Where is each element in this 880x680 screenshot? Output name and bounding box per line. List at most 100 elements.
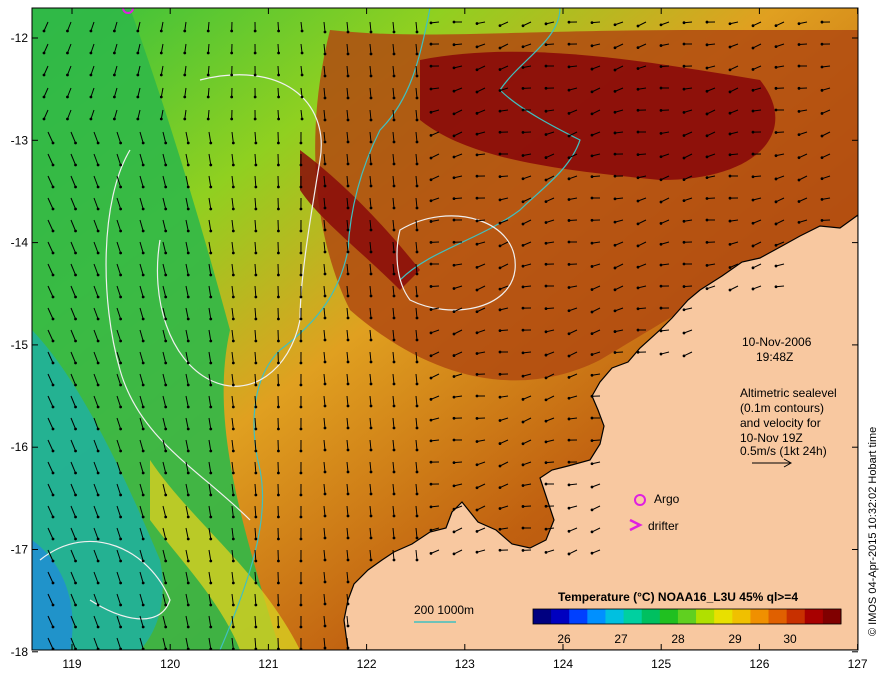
velocity-arrow-head [521, 526, 525, 530]
velocity-arrow-head [74, 493, 77, 497]
velocity-arrow-head [119, 229, 123, 233]
velocity-arrow-head [231, 361, 235, 365]
velocity-arrow-head [415, 118, 419, 122]
velocity-arrow-head [415, 360, 419, 364]
velocity-arrow-head [705, 218, 709, 222]
velocity-arrow-head [141, 207, 145, 211]
velocity-arrow-head [141, 515, 145, 519]
velocity-arrow-head [613, 243, 617, 247]
velocity-arrow-head [231, 317, 235, 321]
velocity-arrow-head [820, 134, 824, 138]
velocity-arrow-head [613, 266, 617, 270]
velocity-arrow-head [452, 354, 456, 357]
velocity-arrow-head [820, 156, 824, 160]
velocity-arrow-head [119, 493, 123, 497]
velocity-arrow-head [544, 22, 548, 26]
velocity-arrow-head [323, 646, 327, 650]
velocity-arrow-head [299, 581, 303, 585]
velocity-arrow-head [164, 537, 168, 541]
velocity-arrow-head [498, 130, 502, 134]
velocity-arrow-head [636, 350, 640, 354]
velocity-arrow-head [299, 537, 303, 541]
velocity-arrow-head [429, 551, 433, 555]
velocity-arrow-head [119, 581, 123, 585]
velocity-arrow-head [119, 383, 123, 387]
velocity-arrow-head [567, 354, 571, 358]
velocity-arrow-head [613, 309, 617, 313]
velocity-arrow-head [89, 29, 93, 33]
velocity-arrow-head [544, 376, 548, 380]
velocity-arrow-head [299, 515, 303, 519]
velocity-arrow-head [544, 419, 548, 423]
velocity-arrow-head [254, 273, 258, 277]
velocity-arrow-head [254, 449, 258, 453]
velocity-arrow-head [392, 30, 396, 34]
velocity-arrow-head [369, 558, 373, 562]
velocity-arrow-head [452, 287, 456, 290]
velocity-arrow-head [544, 353, 548, 357]
velocity-arrow-head [498, 68, 502, 71]
velocity-arrow-head [392, 404, 396, 408]
velocity-arrow-head [159, 95, 163, 99]
velocity-arrow-head [183, 117, 187, 121]
velocity-arrow-head [141, 361, 145, 365]
velocity-arrow-head [452, 240, 456, 244]
velocity-arrow-head [51, 405, 55, 409]
velocity-arrow-head [820, 88, 824, 92]
velocity-arrow-head [613, 174, 617, 178]
velocity-arrow-head [751, 46, 755, 50]
velocity-arrow-head [119, 317, 123, 321]
velocity-arrow-head [415, 52, 419, 56]
velocity-arrow-head [164, 493, 168, 497]
velocity-arrow-head [254, 295, 258, 299]
velocity-arrow-head [74, 317, 77, 321]
velocity-arrow-head [774, 154, 778, 158]
velocity-arrow-head [209, 361, 213, 365]
velocity-arrow-head [254, 427, 258, 431]
velocity-arrow-head [112, 29, 116, 33]
velocity-arrow-head [277, 51, 280, 55]
velocity-arrow-head [254, 559, 258, 563]
velocity-arrow-head [323, 426, 327, 430]
velocity-arrow-head [369, 162, 373, 166]
altimetry-line: (0.1m contours) [740, 401, 824, 415]
velocity-arrow-head [141, 295, 145, 299]
velocity-arrow-head [392, 558, 396, 562]
velocity-arrow-head [636, 24, 640, 28]
velocity-arrow-head [74, 581, 77, 585]
velocity-arrow-head [415, 272, 419, 276]
latitude-tick-label: -12 [11, 31, 29, 45]
velocity-arrow-head [797, 64, 801, 68]
velocity-arrow-head [659, 263, 663, 267]
velocity-arrow-head [51, 427, 55, 431]
velocity-arrow-head [119, 405, 123, 409]
velocity-arrow-head [705, 89, 709, 93]
velocity-arrow-head [51, 537, 55, 541]
velocity-arrow-head [590, 90, 594, 94]
velocity-arrow-head [186, 559, 190, 563]
velocity-arrow-head [659, 222, 663, 225]
velocity-arrow-head [323, 382, 327, 386]
velocity-arrow-head [613, 131, 617, 135]
velocity-arrow-head [452, 375, 456, 378]
velocity-arrow-head [51, 185, 55, 189]
velocity-arrow-head [277, 141, 280, 145]
velocity-arrow-head [429, 528, 433, 532]
map-plot-area [32, 8, 858, 650]
velocity-arrow-head [112, 51, 116, 55]
velocity-arrow-head [498, 266, 502, 270]
velocity-arrow-head [164, 361, 168, 365]
velocity-arrow-head [728, 288, 732, 292]
velocity-arrow-head [277, 317, 280, 321]
colorbar-tick-label: 30 [783, 632, 797, 646]
velocity-arrow-head [186, 405, 190, 409]
velocity-arrow-head [452, 155, 456, 159]
velocity-arrow-head [590, 175, 594, 179]
velocity-arrow-head [498, 372, 502, 376]
velocity-arrow-head [254, 339, 258, 343]
velocity-arrow-head [544, 440, 548, 444]
velocity-arrow-head [613, 110, 617, 114]
velocity-arrow-head [164, 163, 168, 167]
velocity-arrow-head [346, 404, 350, 408]
velocity-arrow-head [159, 117, 163, 121]
